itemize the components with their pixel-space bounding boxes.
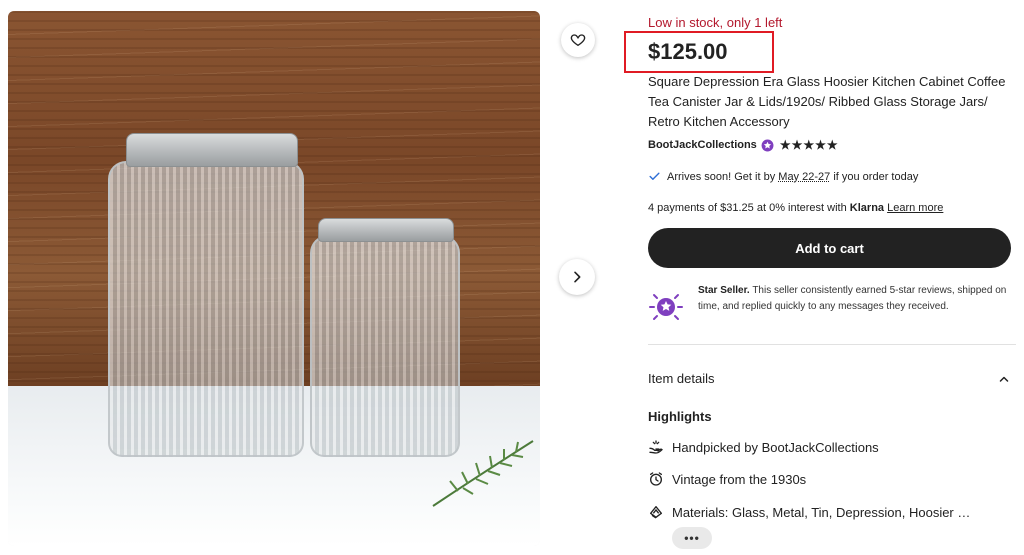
- arrival-suffix: if you order today: [833, 170, 919, 183]
- shop-row: BootJackCollections ★★★★★: [648, 138, 839, 152]
- heart-icon: [570, 34, 586, 47]
- listing-title: Square Depression Era Glass Hoosier Kitc…: [648, 74, 1006, 129]
- next-image-button[interactable]: [559, 259, 595, 295]
- handpicked-shop-link[interactable]: BootJackCollections: [762, 440, 879, 455]
- plant-sprig: [432, 440, 534, 507]
- tea-jar-lid: [318, 218, 454, 242]
- star-seller-title: Star Seller.: [698, 285, 750, 296]
- highlight-vintage: Vintage from the 1930s: [648, 471, 806, 487]
- materials-icon: [650, 506, 662, 519]
- shop-name-link[interactable]: BootJackCollections: [648, 139, 757, 151]
- item-details-toggle[interactable]: Item details: [648, 371, 1010, 386]
- highlight-materials: Materials: Glass, Metal, Tin, Depression…: [648, 504, 970, 520]
- coffee-jar-lid: [126, 133, 298, 167]
- installment-text: 4 payments of $31.25 at 0% interest with: [648, 202, 847, 214]
- arrival-prefix: Arrives soon! Get it by: [667, 170, 776, 183]
- section-divider: [648, 344, 1016, 345]
- item-details-title: Item details: [648, 371, 715, 386]
- check-icon: [649, 172, 660, 180]
- stock-status: Low in stock, only 1 left: [648, 15, 783, 30]
- star-seller-small-icon: [761, 139, 774, 151]
- coffee-jar: [108, 161, 304, 457]
- tea-jar: [310, 235, 460, 457]
- star-seller-badge-icon: [649, 294, 683, 320]
- rating-stars[interactable]: ★★★★★: [780, 138, 839, 152]
- star-seller-info: Star Seller. This seller consistently ea…: [648, 283, 1016, 325]
- hand-icon: [649, 440, 663, 454]
- more-details-button[interactable]: •••: [672, 527, 712, 549]
- chevron-right-icon: [574, 271, 581, 283]
- alarm-clock-icon: [650, 472, 662, 486]
- arrival-date[interactable]: May 22-27: [778, 171, 830, 183]
- product-image[interactable]: [8, 11, 540, 546]
- klarna-logo: Klarna: [849, 202, 885, 214]
- learn-more-link[interactable]: Learn more: [887, 202, 943, 214]
- favorite-button[interactable]: [561, 23, 595, 57]
- vintage-text: Vintage from the 1930s: [672, 471, 807, 487]
- chevron-up-icon: [999, 376, 1009, 382]
- add-to-cart-button[interactable]: Add to cart: [648, 228, 1011, 268]
- star-seller-description: Star Seller. This seller consistently ea…: [698, 283, 1016, 325]
- highlights-heading: Highlights: [648, 409, 712, 424]
- highlight-handpicked: Handpicked by BootJackCollections: [648, 439, 879, 455]
- materials-text: Materials: Glass, Metal, Tin, Depression…: [672, 504, 971, 520]
- delivery-estimate: Arrives soon! Get it by May 22-27 if you…: [648, 170, 918, 183]
- installment-info: 4 payments of $31.25 at 0% interest with…: [648, 202, 943, 214]
- handpicked-prefix: Handpicked by: [672, 439, 758, 455]
- price: $125.00: [648, 39, 728, 64]
